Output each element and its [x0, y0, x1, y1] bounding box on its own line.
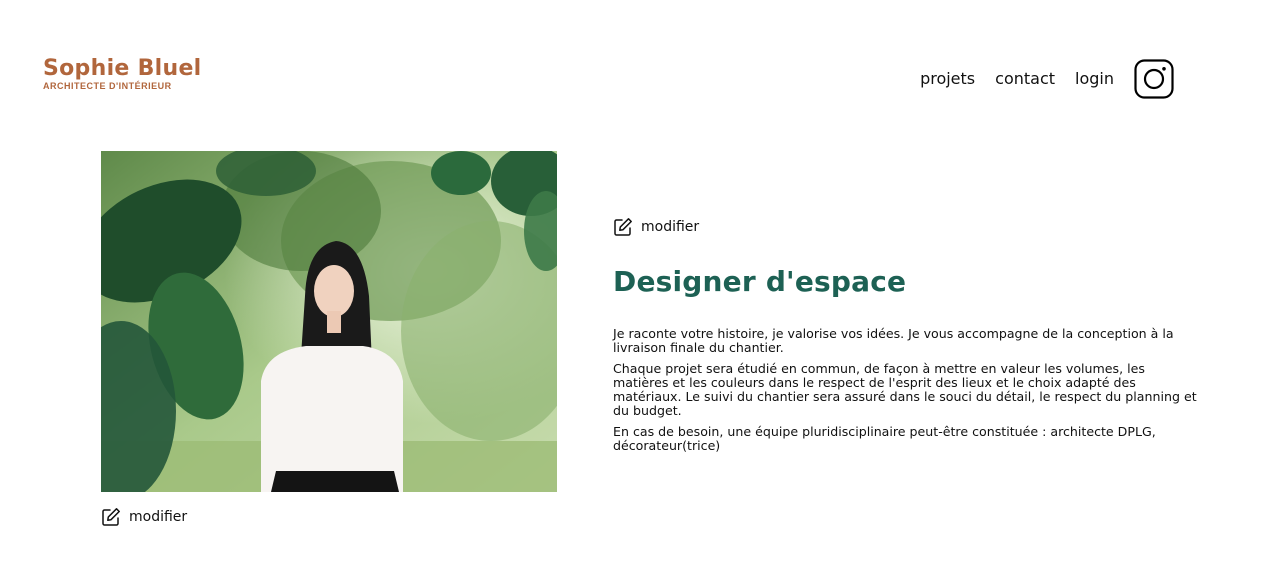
nav-link-contact[interactable]: contact	[995, 58, 1055, 100]
logo-name: Sophie Bluel	[43, 56, 202, 81]
nav-link-projects[interactable]: projets	[920, 58, 975, 100]
page: Sophie Bluel ARCHITECTE D'INTÉRIEUR proj…	[0, 0, 1263, 577]
intro-paragraph-3: En cas de besoin, une équipe pluridiscip…	[613, 424, 1156, 453]
edit-icon	[102, 508, 120, 526]
edit-photo-button[interactable]: modifier	[101, 507, 187, 527]
nav-link-login[interactable]: login	[1075, 58, 1114, 100]
edit-text-button[interactable]: modifier	[613, 217, 699, 237]
main-nav: projets contact login	[920, 58, 1174, 100]
profile-photo	[101, 151, 557, 492]
section-title: Designer d'espace	[613, 265, 907, 298]
logo-subtitle: ARCHITECTE D'INTÉRIEUR	[43, 81, 172, 91]
intro-paragraph-2: Chaque projet sera étudié en commun, de …	[613, 361, 1197, 418]
instagram-icon[interactable]	[1134, 59, 1174, 99]
edit-photo-label: modifier	[129, 509, 188, 525]
site-logo[interactable]: Sophie Bluel ARCHITECTE D'INTÉRIEUR	[43, 56, 202, 92]
introduction-text: Je raconte votre histoire, je valorise v…	[613, 327, 1203, 460]
intro-paragraph-1: Je raconte votre histoire, je valorise v…	[613, 326, 1174, 355]
edit-text-label: modifier	[641, 219, 700, 235]
edit-icon	[614, 218, 632, 236]
